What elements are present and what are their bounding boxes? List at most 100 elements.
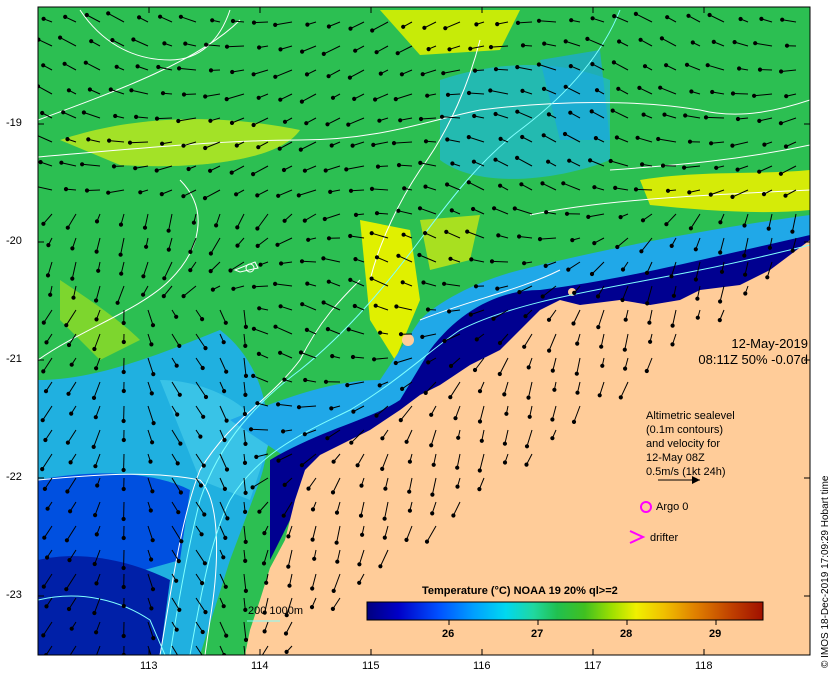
velocity-arrow-head <box>778 171 784 176</box>
velocity-arrow-head <box>113 113 118 119</box>
altimetry-note-line: Altimetric sealevel <box>646 410 735 422</box>
velocity-arrow-head <box>517 234 522 239</box>
velocity-arrow-head <box>250 485 255 490</box>
velocity-arrow-head <box>203 346 208 351</box>
velocity-arrow-head <box>41 221 46 226</box>
velocity-arrow-head <box>639 249 644 254</box>
velocity-arrow-head <box>527 414 532 419</box>
colorbar-tick-label: 29 <box>709 628 722 640</box>
velocity-arrow-head <box>660 163 666 168</box>
velocity-arrow-head <box>571 321 576 326</box>
velocity-arrow-head <box>618 215 623 220</box>
velocity-arrow-head <box>94 366 99 371</box>
velocity-arrow-head <box>493 157 498 162</box>
velocity-arrow-head <box>637 85 642 91</box>
velocity-arrow-head <box>273 281 278 286</box>
velocity-arrow-head <box>223 320 228 325</box>
velocity-arrow-head <box>546 112 552 117</box>
velocity-arrow-head <box>449 208 454 213</box>
velocity-arrow-head <box>472 68 478 73</box>
velocity-arrow-head <box>46 243 51 248</box>
velocity-arrow-head <box>522 344 527 349</box>
velocity-arrow-head <box>705 63 710 68</box>
velocity-arrow-head <box>243 490 248 495</box>
velocity-arrow-head <box>38 160 43 165</box>
velocity-arrow-head <box>418 116 424 122</box>
velocity-arrow-head <box>278 304 283 309</box>
velocity-arrow-head <box>466 90 472 96</box>
velocity-arrow <box>129 141 149 144</box>
velocity-arrow-head <box>642 64 648 69</box>
velocity-arrow-head <box>695 315 700 320</box>
velocity-arrow-head <box>222 437 227 443</box>
velocity-arrow-head <box>568 64 573 69</box>
velocity-arrow-head <box>423 139 429 144</box>
velocity-arrow-head <box>203 145 208 151</box>
velocity-arrow-head <box>447 47 452 52</box>
velocity-arrow <box>301 260 317 263</box>
velocity-arrow-head <box>359 483 364 488</box>
velocity-arrow-head <box>479 438 484 443</box>
velocity-arrow-head <box>330 95 336 100</box>
velocity-arrow-head <box>257 306 262 311</box>
velocity-arrow-head <box>156 64 161 70</box>
velocity-arrow-head <box>380 436 385 441</box>
velocity-arrow-head <box>221 340 226 345</box>
velocity-arrow-head <box>276 402 281 407</box>
velocity-arrow-head <box>234 143 239 148</box>
velocity-arrow-head <box>256 351 261 356</box>
velocity-arrow-head <box>520 134 525 140</box>
velocity-arrow-head <box>321 51 326 57</box>
velocity-arrow-head <box>665 188 671 193</box>
velocity-arrow-head <box>135 64 140 69</box>
velocity-arrow-head <box>41 633 46 638</box>
velocity-arrow-head <box>350 354 356 360</box>
velocity-arrow-head <box>616 86 621 91</box>
velocity-arrow-head <box>178 657 181 660</box>
velocity-arrow-head <box>222 486 227 491</box>
velocity-arrow-head <box>353 257 358 262</box>
velocity-arrow-head <box>159 192 164 197</box>
velocity-arrow-head <box>784 43 790 48</box>
velocity-arrow-head <box>477 468 482 473</box>
velocity-arrow-head <box>251 20 257 25</box>
velocity-arrow-head <box>84 188 90 193</box>
velocity-arrow-head <box>687 190 692 195</box>
velocity-arrow-head <box>540 181 545 186</box>
velocity-arrow-head <box>262 629 267 634</box>
velocity-arrow-head <box>610 108 615 113</box>
altimetry-note-line: 12-May 08Z <box>646 452 705 464</box>
velocity-arrow-head <box>208 68 214 73</box>
velocity-arrow-head <box>611 60 617 65</box>
velocity-arrow-head <box>536 62 542 67</box>
velocity-arrow-head <box>752 93 757 98</box>
velocity-arrow-head <box>524 444 530 449</box>
velocity-arrow-head <box>242 460 248 465</box>
velocity-arrow-head <box>346 122 351 127</box>
velocity-arrow-head <box>757 67 763 72</box>
lat-label: -21 <box>6 353 22 365</box>
velocity-arrow <box>491 260 509 263</box>
velocity-arrow-head <box>162 41 167 46</box>
velocity-arrow-head <box>687 139 693 144</box>
velocity-arrow-head <box>121 418 126 424</box>
velocity-arrow-head <box>68 509 73 514</box>
velocity-arrow-head <box>208 118 213 123</box>
velocity-arrow-head <box>305 281 310 286</box>
velocity-arrow-head <box>282 218 287 223</box>
velocity-arrow-head <box>257 45 262 50</box>
velocity-arrow-head <box>708 192 713 197</box>
velocity-arrow-head <box>447 309 452 314</box>
velocity-arrow-head <box>491 316 496 321</box>
velocity-arrow-head <box>640 218 646 223</box>
lon-label: 116 <box>473 660 491 672</box>
velocity-arrow-head <box>778 121 784 126</box>
velocity-arrow-head <box>92 346 97 352</box>
velocity-arrow-head <box>396 163 402 168</box>
velocity-arrow-head <box>141 274 146 279</box>
velocity-arrow-head <box>150 587 156 592</box>
velocity-arrow-head <box>121 584 126 590</box>
velocity-arrow-head <box>150 489 155 494</box>
velocity-arrow-head <box>448 256 453 261</box>
velocity-arrow-head <box>330 490 336 495</box>
